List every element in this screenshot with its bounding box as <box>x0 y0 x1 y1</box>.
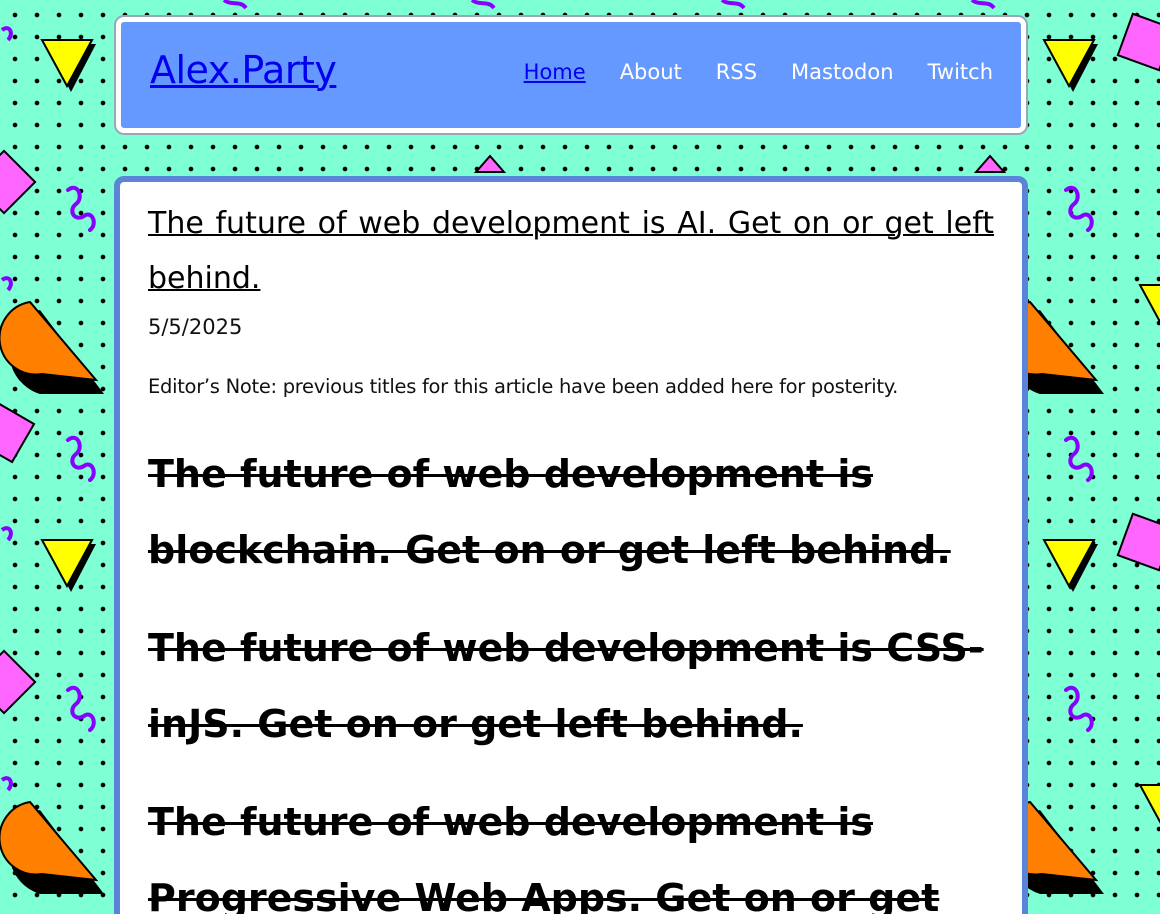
article-card: The future of web development is AI. Get… <box>114 176 1028 914</box>
site-header: Alex.Party Home About RSS Mastodon Twitc… <box>116 17 1026 133</box>
purple-squiggle-shape <box>66 435 96 482</box>
purple-squiggle-shape <box>66 185 96 232</box>
nav-twitch-link[interactable]: Twitch <box>928 60 993 84</box>
previous-titles-list: The future of web development is blockch… <box>148 436 994 914</box>
article-title-link[interactable]: The future of web development is AI. Get… <box>148 196 994 306</box>
purple-squiggle-shape <box>1064 435 1094 482</box>
previous-title: The future of web development is blockch… <box>148 452 951 572</box>
pink-square-shape <box>0 400 36 464</box>
purple-squiggle-shape <box>66 685 96 732</box>
yellow-triangle-shape <box>41 39 97 93</box>
previous-title: The future of web development is CSS-inJ… <box>148 626 984 746</box>
site-title-link[interactable]: Alex.Party <box>150 48 337 92</box>
article-date: 5/5/2025 <box>148 315 243 339</box>
yellow-triangle-shape <box>41 539 97 593</box>
yellow-triangle-shape <box>1139 784 1160 838</box>
nav-rss-link[interactable]: RSS <box>716 60 757 84</box>
yellow-triangle-shape <box>1139 284 1160 338</box>
nav-home-link[interactable]: Home <box>524 60 586 84</box>
nav-mastodon-link[interactable]: Mastodon <box>791 60 894 84</box>
pink-square-shape <box>0 149 37 215</box>
nav-about-link[interactable]: About <box>620 60 682 84</box>
yellow-triangle-shape <box>1043 539 1099 593</box>
editor-note: Editor’s Note: previous titles for this … <box>148 375 899 398</box>
yellow-triangle-shape <box>1043 39 1099 93</box>
pink-square-shape <box>1116 512 1160 572</box>
article-body: The future of web development is AI. Get… <box>148 196 994 914</box>
orange-half-circle-shape <box>0 801 105 895</box>
pink-square-shape <box>0 649 37 715</box>
pink-square-shape <box>1116 12 1160 72</box>
orange-half-circle-shape <box>0 301 105 395</box>
purple-squiggle-shape <box>1064 685 1094 732</box>
previous-title: The future of web development is Progres… <box>148 800 940 914</box>
purple-squiggle-shape <box>1064 185 1094 232</box>
main-nav: Home About RSS Mastodon Twitch <box>524 60 993 84</box>
